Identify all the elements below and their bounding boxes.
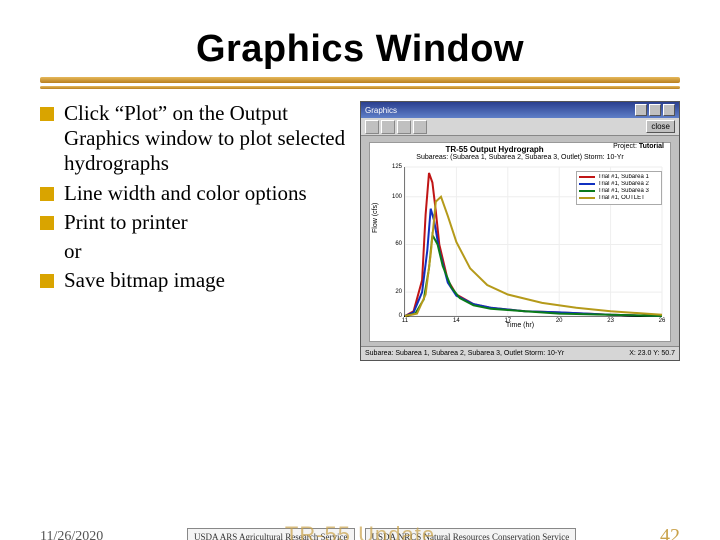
logo-usda-nrcs: USDA NRCS Natural Resources Conservation…: [365, 528, 577, 540]
bullet-text: Print to printer: [64, 210, 348, 235]
footer-logos: USDA ARS Agricultural Research Service U…: [187, 528, 576, 540]
maximize-icon[interactable]: [649, 104, 661, 116]
close-icon[interactable]: [663, 104, 675, 116]
title-rule: [40, 77, 680, 89]
plot-area: TR-55 Output Hydrograph Project: Tutoria…: [369, 142, 671, 342]
bullet-icon: [40, 187, 54, 201]
plot-title: TR-55 Output Hydrograph: [376, 145, 613, 154]
axes-icon[interactable]: [397, 120, 411, 134]
status-right: X: 23.0 Y: 50.7: [629, 350, 675, 357]
print-icon[interactable]: [365, 120, 379, 134]
x-axis-label: Time (hr): [370, 322, 670, 329]
minimize-icon[interactable]: [635, 104, 647, 116]
window-title: Graphics: [365, 106, 397, 115]
bullet-icon: [40, 107, 54, 121]
plot-subtitle: Subareas: (Subarea 1, Subarea 2, Subarea…: [370, 154, 670, 161]
bullet-icon: [40, 216, 54, 230]
close-button[interactable]: close: [646, 120, 675, 133]
footer-date: 11/26/2020: [40, 529, 103, 540]
bullet-list: Click “Plot” on the Output Graphics wind…: [40, 101, 348, 361]
bullet-text: Line width and color options: [64, 181, 348, 206]
refresh-icon[interactable]: [413, 120, 427, 134]
thumbnail-icon[interactable]: [381, 120, 395, 134]
logo-usda-ars: USDA ARS Agricultural Research Service: [187, 528, 354, 540]
status-bar: Subarea: Subarea 1, Subarea 2, Subarea 3…: [361, 346, 679, 360]
project-label: Project: Tutorial: [613, 143, 664, 154]
page-number: 42: [660, 525, 680, 540]
or-text: or: [64, 239, 348, 264]
status-left: Subarea: Subarea 1, Subarea 2, Subarea 3…: [365, 350, 564, 357]
embedded-screenshot: Graphics close: [360, 101, 680, 361]
y-axis-label: Flow (cfs): [372, 203, 379, 233]
bullet-text: Save bitmap image: [64, 268, 348, 293]
slide-title: Graphics Window: [40, 28, 680, 71]
toolbar: close: [361, 118, 679, 136]
bullet-icon: [40, 274, 54, 288]
legend: Trial #1, Subarea 1Trial #1, Subarea 2Tr…: [576, 171, 662, 205]
bullet-text: Click “Plot” on the Output Graphics wind…: [64, 101, 348, 177]
window-titlebar[interactable]: Graphics: [361, 102, 679, 118]
